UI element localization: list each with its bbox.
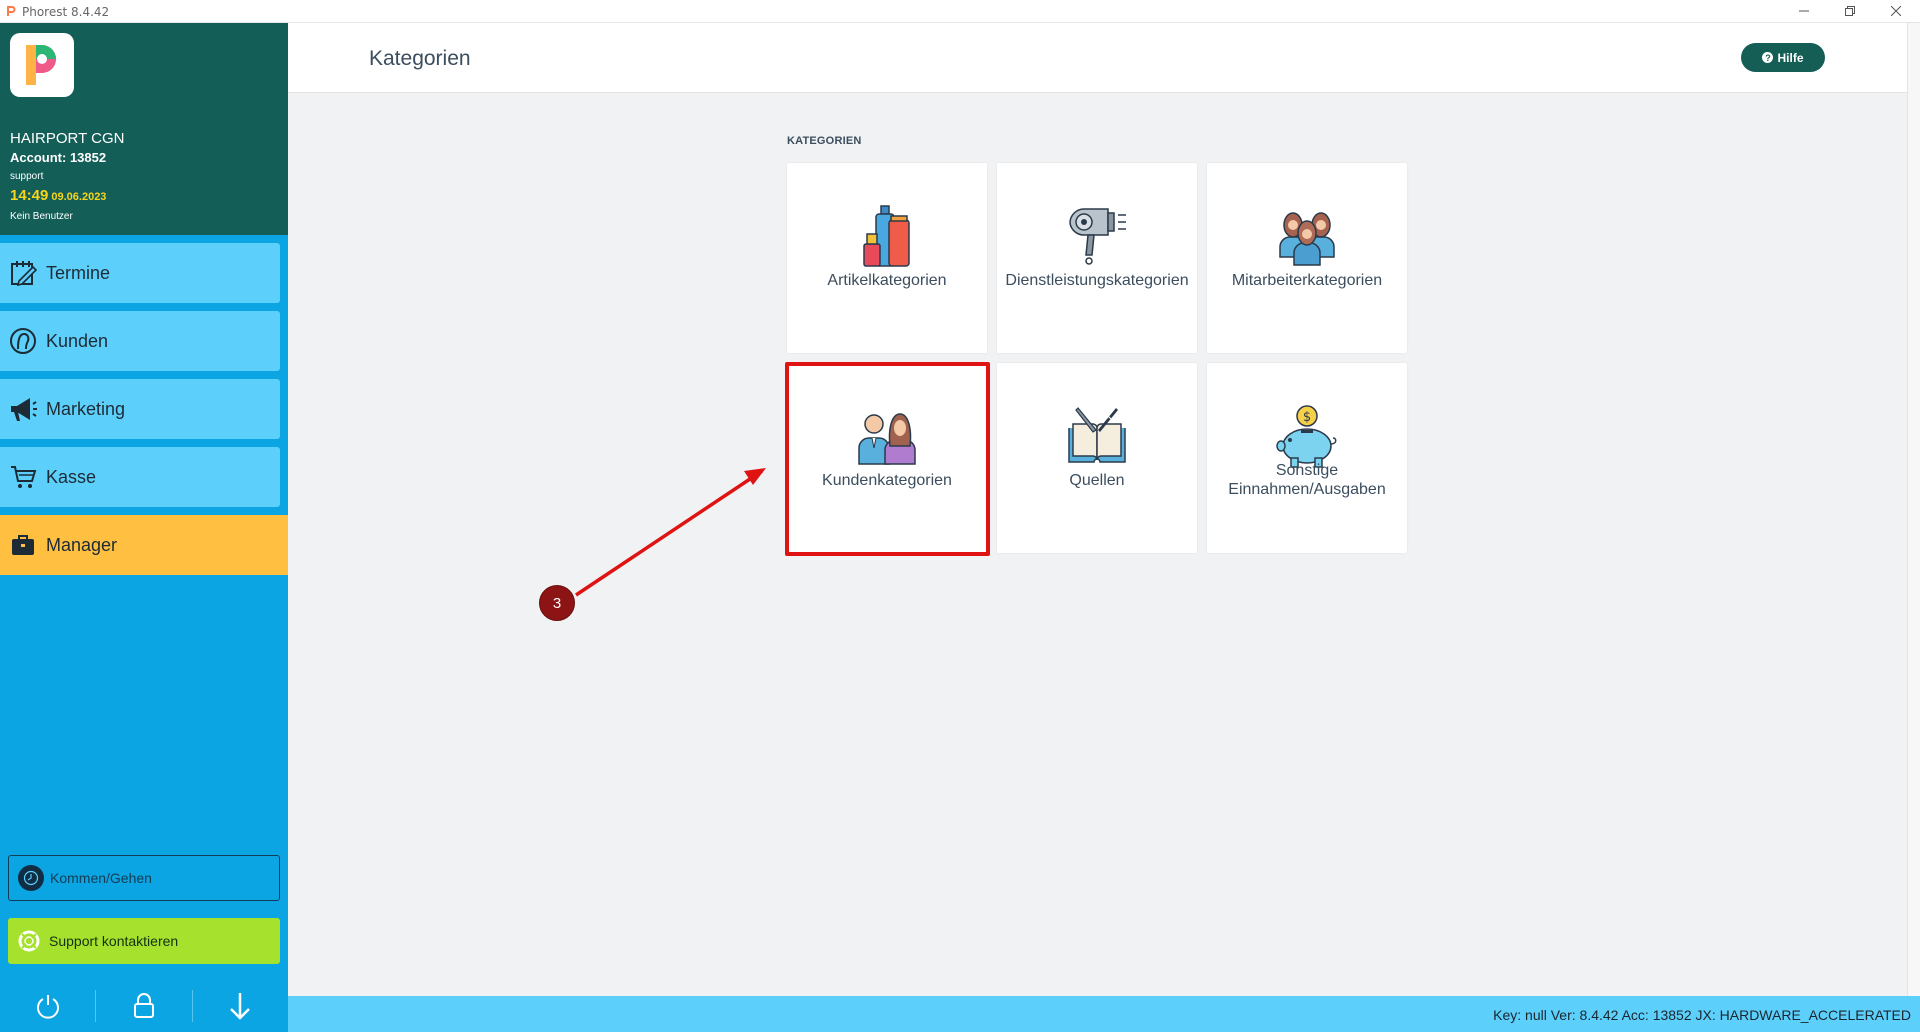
clock-date: 09.06.2023 [51,191,107,203]
sidebar: HAIRPORT CGN Account: 13852 support 14:4… [0,23,288,1032]
card-sonstige-label: Sonstige Einnahmen/Ausgaben [1228,462,1386,498]
nav-manager-label: Manager [46,534,118,555]
card-quellen[interactable]: Quellen [997,363,1197,553]
lifebuoy-icon [17,929,41,953]
kommen-gehen-label: Kommen/Gehen [50,870,152,886]
status-text: Key: null Ver: 8.4.42 Acc: 13852 JX: HAR… [1493,1007,1911,1023]
close-button[interactable] [1873,0,1919,22]
help-icon: ? [1762,52,1774,63]
restore-icon [1845,6,1855,16]
customers-icon [787,401,987,473]
support-contact-button[interactable]: Support kontaktieren [8,918,280,964]
clock-time: 14:49 [10,187,49,204]
download-button[interactable] [193,986,288,1026]
logged-in-user: support [10,171,44,182]
power-icon [36,995,59,1019]
card-dienstleistungskategorien[interactable]: Dienstleistungskategorien [997,163,1197,353]
calendar-edit-icon [8,258,38,288]
phorest-app-icon [7,6,16,16]
support-contact-label: Support kontaktieren [49,933,179,949]
nav-marketing[interactable]: Marketing [0,379,280,439]
restore-button[interactable] [1827,0,1873,22]
cart-icon [8,462,38,492]
hairdryer-icon [997,201,1197,273]
lock-button[interactable] [96,986,191,1026]
clock-icon [18,865,44,891]
current-staff: Kein Benutzer [10,211,73,222]
nav-termine[interactable]: Termine [0,243,280,303]
card-mitarbeiterkategorien[interactable]: Mitarbeiterkategorien [1207,163,1407,353]
help-label: Hilfe [1777,50,1804,65]
card-quellen-label: Quellen [1069,472,1125,489]
window-titlebar: Phorest 8.4.42 [0,0,1920,23]
card-kundenkategorien-label: Kundenkategorien [822,472,952,489]
card-mitarbeiterkategorien-label: Mitarbeiterkategorien [1231,272,1383,289]
card-artikelkategorien[interactable]: Artikelkategorien [787,163,987,353]
power-button[interactable] [0,986,95,1026]
phorest-logo [10,33,74,97]
nav-termine-label: Termine [46,262,111,283]
card-artikelkategorien-label: Artikelkategorien [827,272,947,289]
arrow-down-icon [230,993,251,1020]
step-number-badge: 3 [539,585,575,621]
clock: 14:49 09.06.2023 [10,187,106,205]
close-icon [1891,6,1901,16]
client-head-icon [8,326,38,356]
megaphone-icon [8,394,38,424]
svg-text:$: $ [1303,410,1311,425]
phorest-logo-icon [26,45,56,85]
status-bar: Key: null Ver: 8.4.42 Acc: 13852 JX: HAR… [288,996,1920,1032]
section-label: KATEGORIEN [787,135,862,147]
vertical-scrollbar[interactable] [1907,23,1920,996]
kommen-gehen-button[interactable]: Kommen/Gehen [8,855,280,901]
nav-kunden-label: Kunden [46,330,109,351]
nav-kasse[interactable]: Kasse [0,447,280,507]
nav-kasse-label: Kasse [46,466,97,487]
minimize-button[interactable] [1781,0,1827,22]
card-sonstige-einnahmen-ausgaben[interactable]: $ Sonstige Einnahmen/Ausgaben [1207,363,1407,553]
product-bottles-icon [787,201,987,273]
sidebar-header: HAIRPORT CGN Account: 13852 support 14:4… [0,23,288,235]
nav-manager[interactable]: Manager [0,515,288,575]
nav-marketing-label: Marketing [46,398,126,419]
card-kundenkategorien[interactable]: Kundenkategorien [787,363,987,553]
book-pen-icon [997,401,1197,473]
salon-name: HAIRPORT CGN [10,130,125,147]
card-dienstleistungskategorien-label: Dienstleistungskategorien [1005,272,1189,289]
help-button[interactable]: ? Hilfe [1741,43,1825,72]
window-title: Phorest 8.4.42 [22,5,110,19]
nav-kunden[interactable]: Kunden [0,311,280,371]
page-header: Kategorien ? Hilfe [288,23,1907,93]
sidebar-footer [0,980,288,1032]
page-title: Kategorien [369,47,471,70]
lock-icon [134,993,155,1018]
account-number: Account: 13852 [10,150,107,165]
staff-group-icon [1207,201,1407,273]
briefcase-icon [8,530,38,560]
minimize-icon [1799,10,1809,12]
